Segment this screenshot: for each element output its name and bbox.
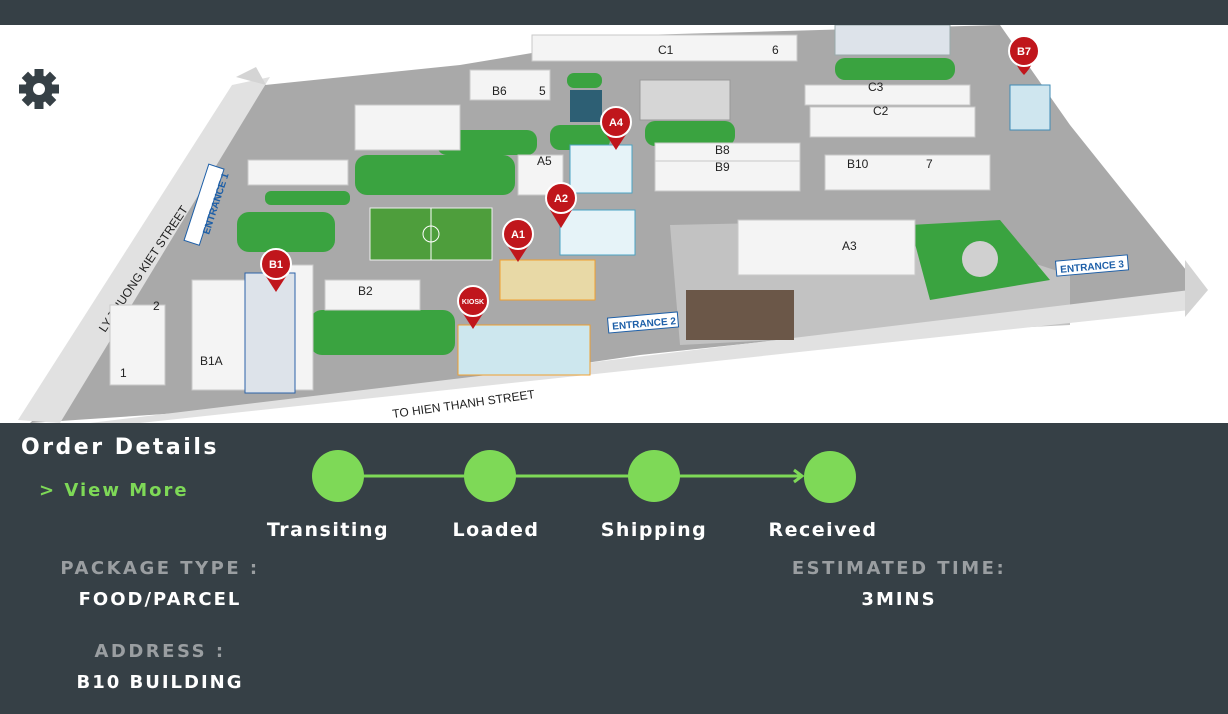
futsal-court <box>570 90 602 122</box>
b7-building <box>1009 84 1051 131</box>
gear-icon[interactable] <box>18 68 60 110</box>
label-b6: B6 <box>492 84 507 98</box>
a2-building <box>559 209 636 256</box>
step-circle-loaded[interactable] <box>464 450 516 502</box>
label-c2: C2 <box>873 104 889 118</box>
pin-a1-label: A1 <box>511 229 525 241</box>
label-a5: A5 <box>537 154 552 168</box>
step-label-loaded: Loaded <box>452 519 540 541</box>
estimated-time-label: ESTIMATED TIME: <box>791 558 1007 579</box>
label-b9: B9 <box>715 160 730 174</box>
package-type-label: PACKAGE TYPE : <box>60 558 260 579</box>
pin-kiosk-label: KIOSK <box>462 299 484 306</box>
b1-building <box>244 272 296 394</box>
dirt-lot <box>686 290 794 340</box>
label-b10-num: 7 <box>926 157 933 171</box>
step-circle-received[interactable] <box>804 451 856 503</box>
label-b10: B10 <box>847 157 869 171</box>
label-b8: B8 <box>715 143 730 157</box>
step-circle-transiting[interactable] <box>312 450 364 502</box>
roundabout <box>962 241 998 277</box>
c-block-top <box>834 25 951 56</box>
pin-b7-label: B7 <box>1017 46 1031 58</box>
a4-building <box>569 144 633 194</box>
label-b2: B2 <box>358 284 373 298</box>
label-c1: C1 <box>658 43 674 57</box>
estimated-time-value: 3MINS <box>861 589 937 610</box>
pin-a2-label: A2 <box>554 193 568 205</box>
kiosk-building <box>457 324 591 376</box>
label-b1a: B1A <box>200 354 223 368</box>
step-label-received: Received <box>768 519 878 541</box>
label-b6-num: 5 <box>539 84 546 98</box>
step-circle-shipping[interactable] <box>628 450 680 502</box>
street-arrow-right <box>1185 260 1208 317</box>
label-c3: C3 <box>868 80 884 94</box>
label-a3: A3 <box>842 239 857 253</box>
package-type-value: FOOD/PARCEL <box>78 589 242 610</box>
pin-b1-label: B1 <box>269 259 283 271</box>
step-label-transiting: Transiting <box>266 519 390 541</box>
tennis-court <box>639 79 731 121</box>
campus-map[interactable]: LY THUONG KIET STREET TO HIEN THANH STRE… <box>0 25 1228 423</box>
address-value: B10 BUILDING <box>76 672 244 693</box>
step-label-shipping: Shipping <box>600 519 708 541</box>
address-label: ADDRESS : <box>94 641 226 662</box>
pin-a4-label: A4 <box>609 117 624 129</box>
a1-building <box>499 259 596 301</box>
label-1: 1 <box>120 366 127 380</box>
label-c1-num: 6 <box>772 43 779 57</box>
order-details-panel: Order Details > View More Transiting Loa… <box>0 423 1228 714</box>
campus-map-svg[interactable]: LY THUONG KIET STREET TO HIEN THANH STRE… <box>0 25 1228 423</box>
top-bar <box>0 0 1228 25</box>
label-2: 2 <box>153 299 160 313</box>
